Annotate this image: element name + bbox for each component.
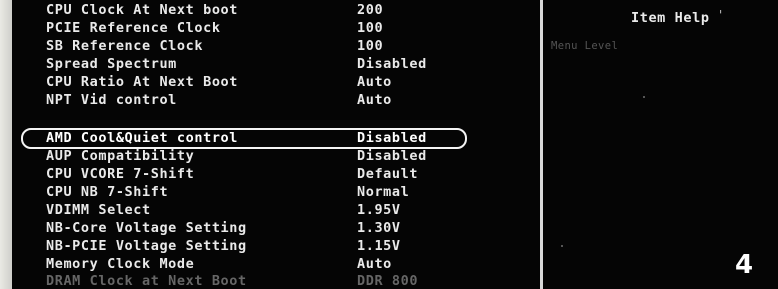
setting-label: CPU Ratio At Next Boot — [46, 74, 239, 90]
settings-panel: CPU Clock At Next boot 200 PCIE Referenc… — [12, 0, 539, 289]
setting-row-npt-vid-control[interactable]: NPT Vid control Auto — [12, 92, 539, 109]
setting-row-cpu-nb-shift[interactable]: CPU NB 7-Shift Normal — [12, 184, 539, 201]
setting-label: NB-Core Voltage Setting — [46, 220, 247, 236]
setting-value[interactable]: Disabled — [357, 148, 427, 165]
highlight-ring — [21, 128, 467, 149]
setting-row-nb-core-voltage[interactable]: NB-Core Voltage Setting 1.30V — [12, 220, 539, 237]
bios-screen: CPU Clock At Next boot 200 PCIE Referenc… — [12, 0, 778, 289]
setting-label: DRAM Clock at Next Boot — [46, 273, 247, 289]
setting-row-spread-spectrum[interactable]: Spread Spectrum Disabled — [12, 56, 539, 73]
setting-label: SB Reference Clock — [46, 38, 204, 54]
setting-row-pcie-reference-clock[interactable]: PCIE Reference Clock 100 — [12, 20, 539, 37]
setting-value[interactable]: 100 — [357, 20, 383, 37]
help-text: Menu Level — [551, 40, 619, 52]
photo-edge — [0, 0, 12, 289]
setting-row-aup-compatibility[interactable]: AUP Compatibility Disabled — [12, 148, 539, 165]
item-help-panel: Item Help ' Menu Level — [543, 0, 778, 289]
help-speck — [561, 245, 563, 247]
setting-label: CPU VCORE 7-Shift — [46, 166, 195, 182]
setting-label: AUP Compatibility — [46, 148, 195, 164]
setting-label: Memory Clock Mode — [46, 256, 195, 272]
step-number-badge: 4 — [735, 250, 754, 280]
setting-value[interactable]: 1.95V — [357, 202, 401, 219]
setting-value[interactable]: Auto — [357, 92, 392, 109]
help-title: Item Help — [631, 10, 710, 26]
setting-label: PCIE Reference Clock — [46, 20, 221, 36]
setting-row-vdimm-select[interactable]: VDIMM Select 1.95V — [12, 202, 539, 219]
setting-value[interactable]: 100 — [357, 38, 383, 55]
setting-label: NB-PCIE Voltage Setting — [46, 238, 247, 254]
setting-value[interactable]: Auto — [357, 74, 392, 91]
setting-row-dram-clock[interactable]: DRAM Clock at Next Boot DDR 800 — [12, 273, 539, 289]
setting-row-nb-pcie-voltage[interactable]: NB-PCIE Voltage Setting 1.15V — [12, 238, 539, 255]
setting-value[interactable]: Disabled — [357, 56, 427, 73]
setting-value[interactable]: DDR 800 — [357, 273, 418, 289]
setting-value[interactable]: 1.15V — [357, 238, 401, 255]
setting-value[interactable]: 200 — [357, 2, 383, 19]
setting-row-cpu-ratio[interactable]: CPU Ratio At Next Boot Auto — [12, 74, 539, 91]
setting-value[interactable]: Normal — [357, 184, 409, 201]
setting-label: Spread Spectrum — [46, 56, 177, 72]
setting-row-cpu-clock[interactable]: CPU Clock At Next boot 200 — [12, 2, 539, 19]
help-title-mark: ' — [717, 8, 725, 22]
setting-value[interactable]: Default — [357, 166, 418, 183]
help-speck — [643, 96, 645, 98]
setting-label: NPT Vid control — [46, 92, 177, 108]
setting-value[interactable]: Auto — [357, 256, 392, 273]
setting-label: CPU Clock At Next boot — [46, 2, 239, 18]
setting-label: VDIMM Select — [46, 202, 151, 218]
setting-row-cpu-vcore-shift[interactable]: CPU VCORE 7-Shift Default — [12, 166, 539, 183]
setting-row-sb-reference-clock[interactable]: SB Reference Clock 100 — [12, 38, 539, 55]
setting-row-memory-clock-mode[interactable]: Memory Clock Mode Auto — [12, 256, 539, 273]
setting-label: CPU NB 7-Shift — [46, 184, 169, 200]
setting-value[interactable]: 1.30V — [357, 220, 401, 237]
